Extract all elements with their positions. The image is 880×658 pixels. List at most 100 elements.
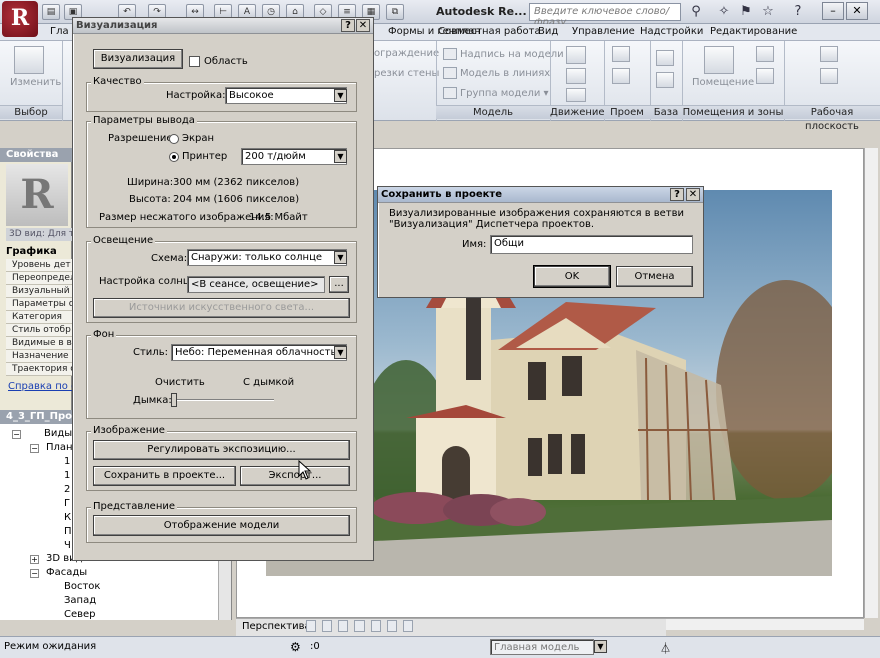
visual-style-icon[interactable] (322, 620, 333, 632)
tree-expand-icon[interactable]: + (30, 555, 39, 564)
chevron-down-icon[interactable]: ▼ (334, 251, 347, 264)
temporary-hide-icon[interactable] (402, 620, 413, 632)
tree-item-west[interactable]: Запад (64, 595, 96, 606)
tree-item-facades[interactable]: Фасады (46, 567, 87, 578)
property-row[interactable]: Уровень дет (6, 259, 72, 272)
dpi-select[interactable]: 200 т/дюйм (241, 148, 347, 165)
tab-manage[interactable]: Управление (572, 26, 635, 37)
worksets-icon[interactable]: ⚙ (290, 640, 304, 654)
tree-item-plan[interactable]: 2 (64, 484, 70, 495)
binoculars-icon[interactable]: ⚲ (688, 4, 704, 20)
property-row[interactable]: Стиль отобр (6, 324, 72, 337)
tree-item-plan[interactable]: К (64, 512, 71, 523)
tree-item-plan[interactable]: 1 (64, 470, 70, 481)
close-window-button[interactable]: ✕ (846, 2, 868, 20)
region-checkbox[interactable] (189, 56, 200, 67)
room-tag-icon[interactable] (756, 68, 774, 84)
show-model-button[interactable]: Отображение модели (93, 515, 350, 536)
copy-icon[interactable] (566, 88, 586, 102)
rotate-icon[interactable] (566, 68, 586, 84)
render-button[interactable]: Визуализация (93, 49, 183, 69)
opening-shaft-icon[interactable] (612, 68, 630, 84)
chevron-down-icon[interactable]: ▼ (594, 640, 607, 653)
tree-item-plan[interactable]: 1 (64, 456, 70, 467)
property-row[interactable]: Видимые в в (6, 337, 72, 350)
properties-help-link[interactable]: Справка по с (8, 381, 72, 392)
property-group-graphics[interactable]: Графика (6, 246, 72, 258)
cancel-button[interactable]: Отмена (616, 266, 693, 287)
property-row[interactable]: Категория (6, 311, 72, 324)
ok-button[interactable]: OK (533, 265, 611, 288)
property-row[interactable]: Назначение в (6, 350, 72, 363)
tree-item-east[interactable]: Восток (64, 581, 100, 592)
level-icon[interactable] (656, 50, 674, 66)
help-icon[interactable]: ? (670, 188, 684, 201)
wall-opening-tool[interactable]: резки стены (374, 68, 439, 79)
tab-addins[interactable]: Надстройки (640, 26, 703, 37)
opening-face-icon[interactable] (612, 46, 630, 62)
artificial-lights-button[interactable]: Источники искусственного света... (93, 298, 350, 318)
crop-view-icon[interactable] (386, 620, 397, 632)
model-text-tool[interactable]: Надпись на модели (443, 48, 564, 60)
tree-item-plan[interactable]: П (64, 526, 72, 537)
tab-collaborate[interactable]: Совместная работа (438, 26, 541, 37)
help-icon[interactable]: ? (341, 19, 355, 32)
property-row[interactable]: Визуальный с (6, 285, 72, 298)
chevron-down-icon[interactable]: ▼ (334, 89, 347, 102)
screen-radio[interactable] (169, 134, 179, 144)
quality-select[interactable]: Высокое (225, 87, 347, 104)
chevron-down-icon[interactable]: ▼ (334, 346, 347, 359)
close-icon[interactable]: ✕ (686, 188, 700, 201)
move-icon[interactable] (566, 46, 586, 64)
room-icon[interactable] (704, 46, 734, 74)
fence-tool[interactable]: ограждение (374, 48, 439, 59)
sun-setting-more-button[interactable]: ... (329, 276, 349, 293)
printer-radio[interactable] (169, 152, 179, 162)
switch-windows-icon[interactable]: ⧉ (386, 4, 404, 20)
sun-path-icon[interactable] (338, 620, 349, 632)
room-separator-icon[interactable] (756, 46, 774, 62)
tree-collapse-icon[interactable]: − (30, 444, 39, 453)
adjust-exposure-button[interactable]: Регулировать экспозицию... (93, 440, 350, 460)
modify-arrow-icon[interactable] (14, 46, 44, 74)
property-row[interactable]: Переопредел (6, 272, 72, 285)
detail-level-icon[interactable] (306, 620, 317, 632)
application-menu-button[interactable]: R (2, 1, 38, 37)
sun-setting-field[interactable]: <В сеансе, освещение> (187, 276, 325, 293)
model-group-tool[interactable]: Группа модели ▾ (443, 87, 549, 99)
render-dialog-icon[interactable] (370, 620, 381, 632)
communication-icon[interactable]: ⚑ (738, 4, 754, 20)
haze-slider-track[interactable] (174, 399, 274, 401)
search-input[interactable]: Введите ключевое слово/фразу (529, 3, 681, 28)
grid-icon[interactable] (656, 72, 674, 88)
tab-view[interactable]: Вид (538, 26, 558, 37)
tree-item-plan[interactable]: Ч (64, 540, 71, 551)
set-workplane-icon[interactable] (820, 46, 838, 62)
vertical-scrollbar[interactable] (864, 148, 878, 618)
shadows-icon[interactable] (354, 620, 365, 632)
room-label[interactable]: Помещение (692, 77, 754, 88)
open-icon[interactable]: ▤ (42, 4, 60, 20)
show-workplane-icon[interactable] (820, 68, 838, 84)
name-input[interactable]: Общи (490, 235, 693, 254)
design-option-select[interactable]: Главная модель (490, 639, 594, 655)
background-style-select[interactable]: Небо: Переменная облачность (171, 344, 347, 361)
tree-item-plan[interactable]: Г (64, 498, 70, 509)
tree-item-views[interactable]: Виды (44, 428, 72, 439)
filter-icon[interactable]: ⏃ (660, 640, 676, 655)
chevron-down-icon[interactable]: ▼ (334, 150, 347, 163)
subscription-icon[interactable]: ✧ (716, 4, 732, 20)
export-button[interactable]: Экспорт... (240, 466, 350, 486)
help-icon[interactable]: ? (790, 4, 806, 20)
tree-item-north[interactable]: Север (64, 609, 96, 620)
lighting-scheme-select[interactable]: Снаружи: только солнце (187, 249, 347, 266)
property-row[interactable]: Траектория с (6, 363, 72, 376)
tree-collapse-icon[interactable]: − (30, 569, 39, 578)
tree-collapse-icon[interactable]: − (12, 430, 21, 439)
close-icon[interactable]: ✕ (356, 19, 370, 32)
model-lines-tool[interactable]: Модель в линиях (443, 67, 550, 79)
minimize-button[interactable]: – (822, 2, 844, 20)
haze-slider-thumb[interactable] (171, 393, 177, 407)
property-row[interactable]: Параметры о (6, 298, 72, 311)
type-selector[interactable]: 3D вид: Для т (6, 228, 72, 241)
